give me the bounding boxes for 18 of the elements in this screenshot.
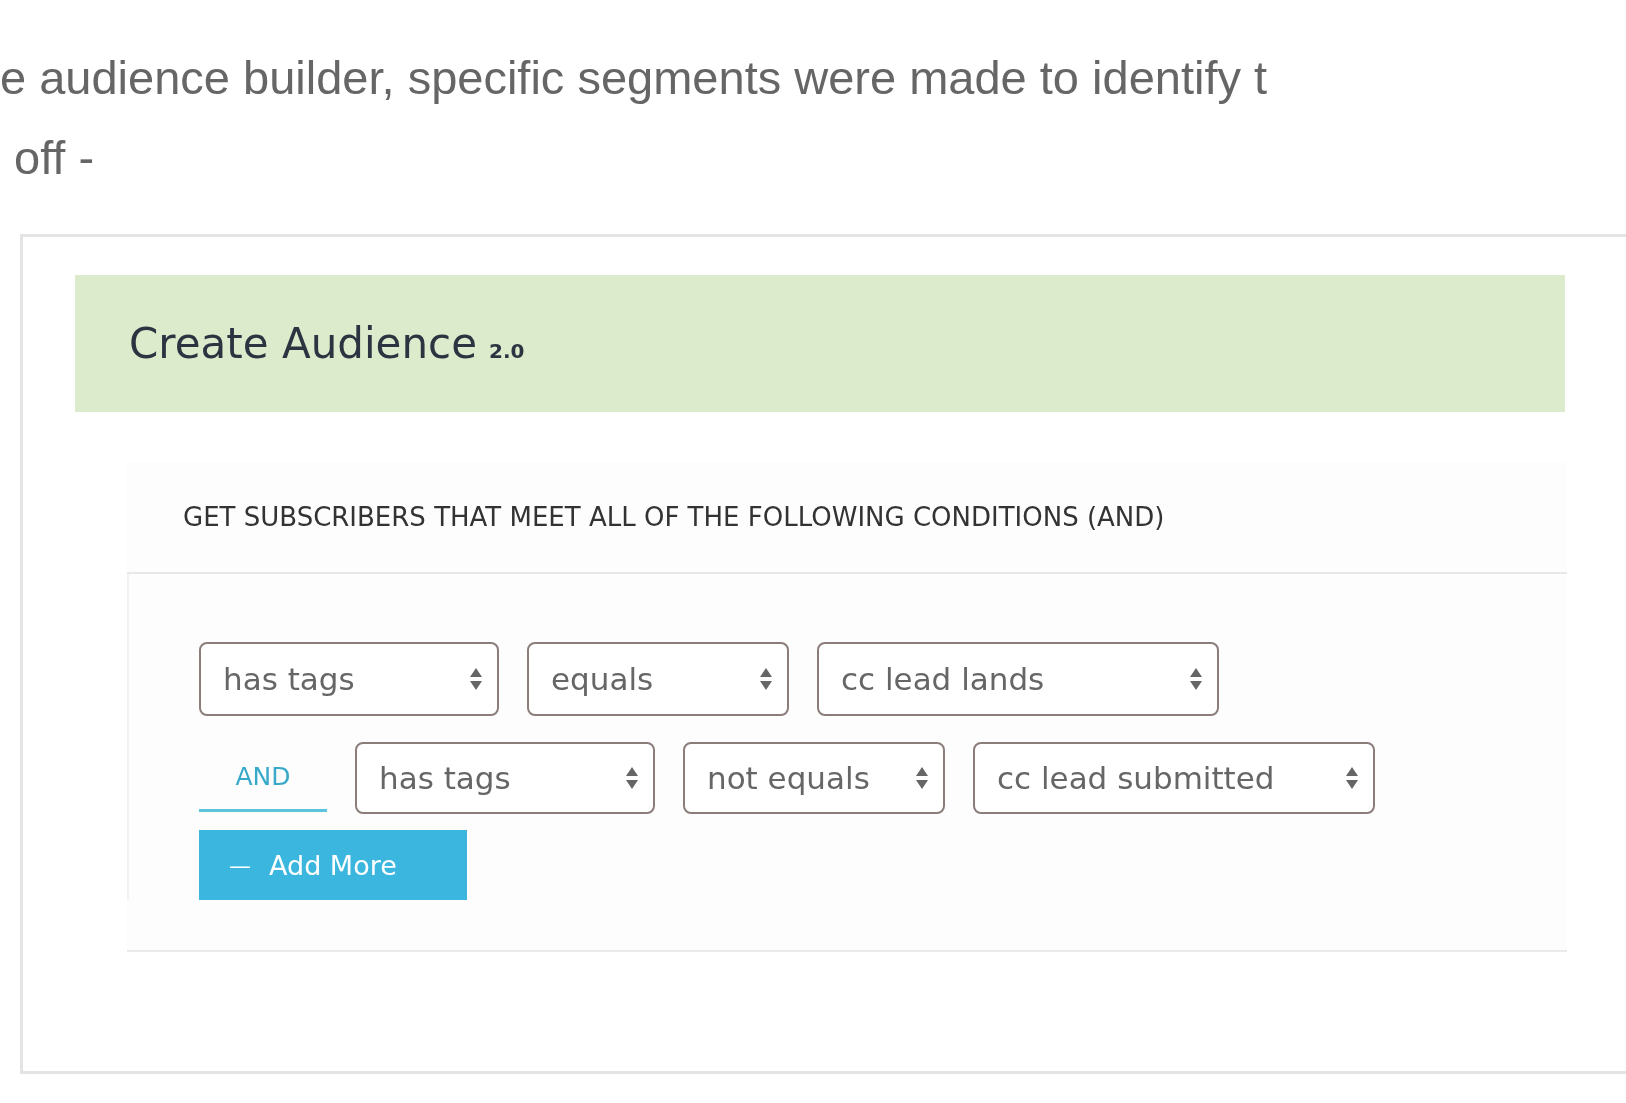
sort-arrows-icon [1345,765,1359,791]
sort-arrows-icon [759,666,773,692]
conditions-heading: GET SUBSCRIBERS THAT MEET ALL OF THE FOLLOWING CONDITIONS (AND) [127,462,1567,574]
dropdown-select[interactable]: cc lead submitted [973,742,1375,814]
sort-arrows-icon [469,666,483,692]
dropdown-select[interactable]: has tags [355,742,655,814]
version-label: 2.0 [489,337,525,363]
sort-arrows-icon [915,765,929,791]
intro-text: e audience builder, specific segments were made to identify t [0,50,1269,106]
connector-label: AND [199,744,327,812]
dropdown-select[interactable]: cc lead lands [817,642,1219,716]
panel-title: Create Audience [129,319,477,368]
dropdown-select[interactable]: equals [527,642,789,716]
intro-text: off - [13,130,96,186]
dropdown-select[interactable]: has tags [199,642,499,716]
dropdown-select[interactable]: not equals [683,742,945,814]
sort-arrows-icon [625,765,639,791]
sort-arrows-icon [1189,666,1203,692]
